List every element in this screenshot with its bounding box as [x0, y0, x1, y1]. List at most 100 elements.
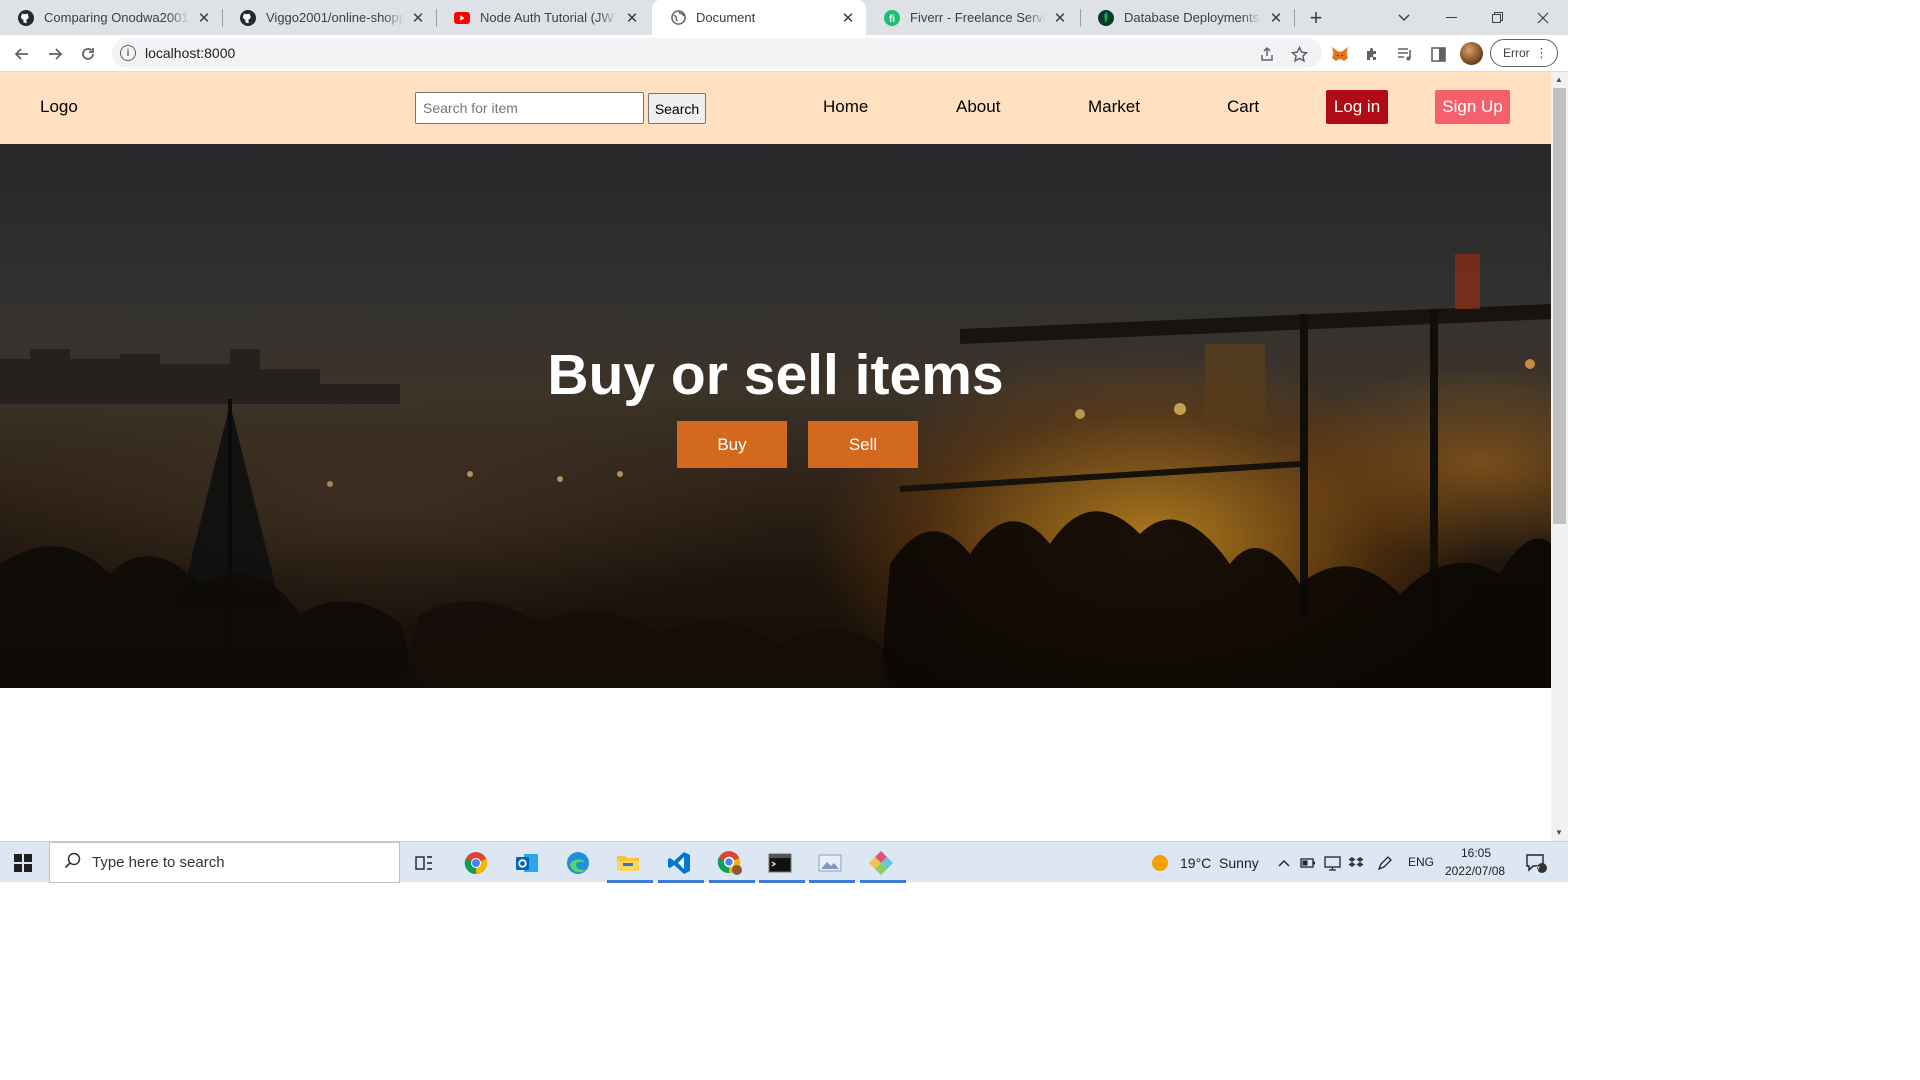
- tab-title: Fiverr - Freelance Services M: [910, 10, 1046, 25]
- page-scrollbar[interactable]: ▲ ▼: [1551, 72, 1568, 841]
- info-icon[interactable]: i: [120, 45, 136, 61]
- taskbar-search-placeholder: Type here to search: [92, 854, 225, 871]
- mongodb-icon: [1098, 9, 1114, 26]
- terminal-icon[interactable]: [766, 849, 794, 877]
- scrollbar-thumb[interactable]: [1553, 88, 1566, 524]
- search-icon: [64, 852, 81, 874]
- side-panel-button[interactable]: [1424, 40, 1452, 68]
- dropbox-icon[interactable]: [1342, 849, 1370, 877]
- tab-comparing[interactable]: Comparing Onodwa2001:m ✕: [0, 0, 222, 35]
- tab-title: Node Auth Tutorial (JWT) #: [480, 10, 618, 25]
- hero-title: Buy or sell items: [547, 343, 1004, 407]
- site-logo[interactable]: Logo: [40, 97, 78, 117]
- tab-node-auth[interactable]: Node Auth Tutorial (JWT) # ✕: [436, 0, 650, 35]
- running-indicator: [759, 880, 805, 883]
- signup-button[interactable]: Sign Up: [1435, 90, 1510, 124]
- side-panel-icon: [1430, 46, 1446, 62]
- chrome-profile-icon[interactable]: [716, 849, 744, 877]
- clock-date[interactable]: 2022/07/08: [1445, 864, 1505, 878]
- pen-icon[interactable]: [1371, 849, 1399, 877]
- hero-overlay: [0, 144, 1551, 688]
- scroll-up-icon[interactable]: ▲: [1555, 75, 1563, 84]
- media-button[interactable]: [1391, 40, 1419, 68]
- taskbar-search[interactable]: Type here to search: [49, 842, 400, 883]
- notification-count: 7: [1535, 865, 1541, 875]
- close-icon[interactable]: ✕: [840, 10, 856, 27]
- page-viewport: Logo Search Home About Market Cart Log i…: [0, 72, 1551, 841]
- running-indicator: [658, 880, 704, 883]
- tab-online-shopping[interactable]: Viggo2001/online-shopping ✕: [222, 0, 436, 35]
- profile-avatar[interactable]: [1460, 42, 1483, 65]
- running-indicator: [809, 880, 855, 883]
- restore-icon: [1491, 12, 1503, 23]
- outlook-icon[interactable]: [513, 849, 541, 877]
- fiverr-icon: fi: [884, 9, 900, 26]
- extensions-button[interactable]: [1359, 40, 1387, 68]
- forward-button[interactable]: [41, 40, 69, 68]
- star-icon: [1290, 45, 1308, 62]
- weather-text[interactable]: 19°C Sunny: [1180, 855, 1259, 871]
- photos-icon[interactable]: [816, 849, 844, 877]
- running-indicator: [607, 880, 653, 883]
- metamask-extension[interactable]: [1326, 40, 1354, 68]
- minimize-button[interactable]: [1428, 0, 1474, 35]
- tab-title: Comparing Onodwa2001:m: [44, 10, 190, 25]
- browser-toolbar: i localhost:8000 Error ⋮: [0, 35, 1568, 72]
- vscode-icon[interactable]: [665, 849, 693, 877]
- clock-time[interactable]: 16:05: [1461, 846, 1491, 860]
- sell-button[interactable]: Sell: [808, 421, 918, 468]
- youtube-icon: [454, 10, 470, 26]
- share-icon: [1261, 46, 1273, 61]
- tab-title: Viggo2001/online-shopping: [266, 10, 404, 25]
- git-icon[interactable]: [867, 849, 895, 877]
- new-tab-button[interactable]: +: [1303, 0, 1329, 35]
- chrome-icon[interactable]: [462, 849, 490, 877]
- github-icon: [18, 9, 34, 26]
- site-navbar: Logo Search Home About Market Cart Log i…: [0, 72, 1551, 144]
- close-icon[interactable]: ✕: [196, 10, 212, 27]
- running-indicator: [709, 880, 755, 883]
- nav-market[interactable]: Market: [1088, 97, 1140, 117]
- share-button[interactable]: [1253, 40, 1281, 68]
- arrow-right-icon: [49, 48, 63, 60]
- svg-text:fi: fi: [889, 14, 895, 25]
- close-icon[interactable]: ✕: [624, 10, 640, 27]
- tab-search-button[interactable]: [1392, 0, 1416, 35]
- nav-cart[interactable]: Cart: [1227, 97, 1259, 117]
- language-indicator[interactable]: ENG: [1408, 855, 1434, 869]
- close-icon[interactable]: ✕: [1268, 10, 1284, 27]
- search-input[interactable]: [415, 92, 644, 124]
- edge-icon[interactable]: [564, 849, 592, 877]
- close-icon[interactable]: ✕: [410, 10, 426, 27]
- running-indicator: [860, 880, 906, 883]
- file-explorer-icon[interactable]: [614, 849, 642, 877]
- reload-button[interactable]: [74, 40, 102, 68]
- close-window-button[interactable]: [1520, 0, 1566, 35]
- more-vertical-icon: ⋮: [1535, 45, 1548, 60]
- tab-fiverr[interactable]: fi Fiverr - Freelance Services M ✕: [866, 0, 1078, 35]
- globe-icon: [670, 10, 686, 26]
- restore-button[interactable]: [1474, 0, 1520, 35]
- tab-database-deployments[interactable]: Database Deployments | Cl ✕: [1080, 0, 1294, 35]
- windows-taskbar: Type here to search 19°C Sunny ENG 16:05…: [0, 841, 1568, 883]
- scroll-down-icon[interactable]: ▼: [1555, 828, 1563, 837]
- bookmark-button[interactable]: [1285, 40, 1313, 68]
- tab-strip: Comparing Onodwa2001:m ✕ Viggo2001/onlin…: [0, 0, 1568, 35]
- login-button[interactable]: Log in: [1326, 90, 1388, 124]
- tab-title: Database Deployments | Cl: [1124, 10, 1262, 25]
- task-view-icon[interactable]: [410, 849, 438, 877]
- arrow-left-icon: [14, 48, 28, 60]
- reload-icon: [82, 48, 94, 60]
- nav-about[interactable]: About: [956, 97, 1000, 117]
- github-icon: [240, 9, 256, 26]
- profile-error-button[interactable]: Error ⋮: [1490, 39, 1558, 67]
- nav-home[interactable]: Home: [823, 97, 868, 117]
- windows-start-icon[interactable]: [14, 854, 32, 872]
- search-button[interactable]: Search: [648, 93, 706, 124]
- buy-button[interactable]: Buy: [677, 421, 787, 468]
- address-bar[interactable]: i localhost:8000: [112, 38, 1322, 68]
- back-button[interactable]: [8, 40, 36, 68]
- close-icon[interactable]: ✕: [1052, 10, 1068, 27]
- weather-sun-icon[interactable]: [1146, 849, 1174, 877]
- tab-document[interactable]: Document ✕: [652, 0, 866, 35]
